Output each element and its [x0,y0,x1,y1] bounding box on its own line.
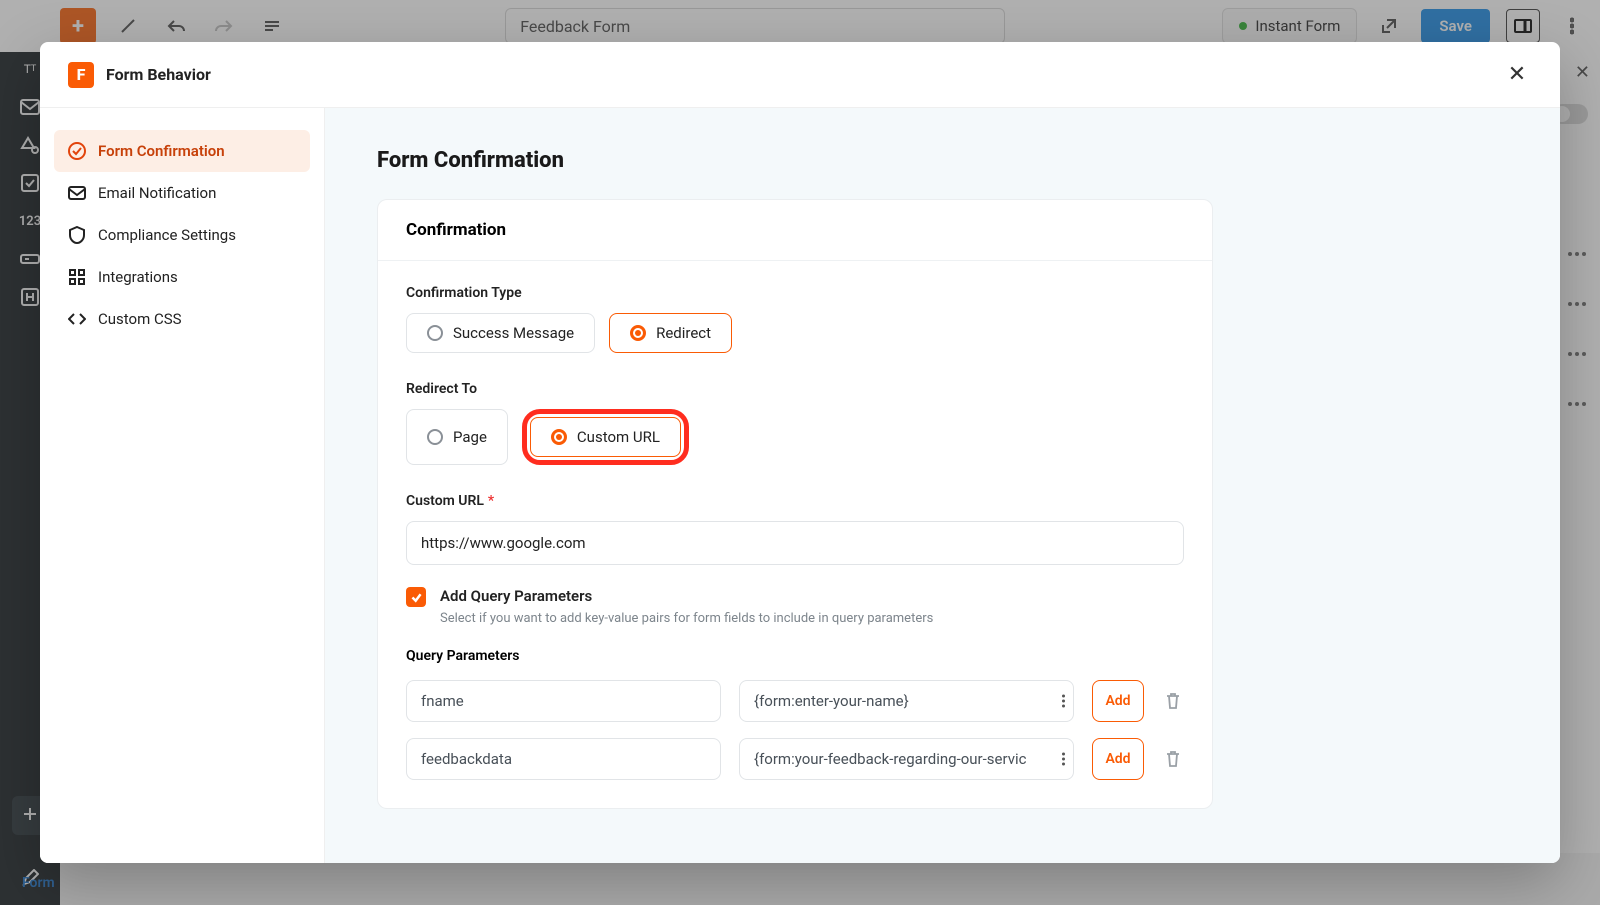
custom-url-label: Custom URL* [406,493,1184,509]
qp-add-button[interactable]: Add [1092,680,1144,722]
custom-url-input[interactable] [406,521,1184,565]
qp-heading: Query Parameters [406,648,1184,664]
modal-close-icon[interactable]: ✕ [1502,60,1532,90]
form-behavior-modal: F Form Behavior ✕ Form Confirmation Emai… [40,42,1560,863]
sidebar-item-label: Custom CSS [98,310,182,328]
code-icon [68,310,86,328]
radio-icon [630,325,646,341]
radio-icon [427,325,443,341]
checkbox-icon[interactable] [406,587,426,607]
sidebar-item-label: Email Notification [98,184,216,202]
qp-value-input[interactable]: {form:enter-your-name} [739,680,1074,722]
sidebar-item-custom-css[interactable]: Custom CSS [54,298,310,340]
qp-row: fname {form:enter-your-name} Add [406,680,1184,722]
sidebar-item-email-notification[interactable]: Email Notification [54,172,310,214]
check-circle-icon [68,142,86,160]
card-title: Confirmation [378,200,1212,261]
shield-icon [68,226,86,244]
add-query-params-row[interactable]: Add Query Parameters Select if you want … [406,587,1184,626]
sidebar-item-label: Integrations [98,268,178,286]
more-vertical-icon[interactable] [1062,695,1065,708]
callout-highlight: Custom URL [522,409,689,465]
modal-content: Form Confirmation Confirmation Confirmat… [325,108,1560,863]
modal-sidebar: Form Confirmation Email Notification Com… [40,108,325,863]
qp-key-input[interactable]: fname [406,680,721,722]
radio-success-message[interactable]: Success Message [406,313,595,353]
sidebar-item-integrations[interactable]: Integrations [54,256,310,298]
qp-add-button[interactable]: Add [1092,738,1144,780]
modal-logo-icon: F [68,62,94,88]
sidebar-item-form-confirmation[interactable]: Form Confirmation [54,130,310,172]
sidebar-item-compliance-settings[interactable]: Compliance Settings [54,214,310,256]
grid-icon [68,268,86,286]
qp-key-input[interactable]: feedbackdata [406,738,721,780]
redirect-to-label: Redirect To [406,381,1184,397]
trash-icon[interactable] [1162,692,1184,710]
sidebar-item-label: Form Confirmation [98,142,225,160]
trash-icon[interactable] [1162,750,1184,768]
modal-header: F Form Behavior ✕ [40,42,1560,108]
add-qp-label: Add Query Parameters [440,587,933,605]
qp-value-input[interactable]: {form:your-feedback-regarding-our-servic [739,738,1074,780]
mail-icon [68,184,86,202]
modal-title: Form Behavior [106,65,211,84]
radio-custom-url[interactable]: Custom URL [530,417,681,457]
content-heading: Form Confirmation [377,148,1213,173]
qp-row: feedbackdata {form:your-feedback-regardi… [406,738,1184,780]
confirmation-card: Confirmation Confirmation Type Success M… [377,199,1213,809]
radio-label: Page [453,428,487,446]
sidebar-item-label: Compliance Settings [98,226,236,244]
add-qp-subtext: Select if you want to add key-value pair… [440,611,933,626]
radio-icon [427,429,443,445]
radio-icon [551,429,567,445]
radio-label: Success Message [453,324,574,342]
radio-label: Redirect [656,324,711,342]
radio-label: Custom URL [577,428,660,446]
confirmation-type-label: Confirmation Type [406,285,1184,301]
radio-page[interactable]: Page [406,409,508,465]
radio-redirect[interactable]: Redirect [609,313,732,353]
more-vertical-icon[interactable] [1062,753,1065,766]
